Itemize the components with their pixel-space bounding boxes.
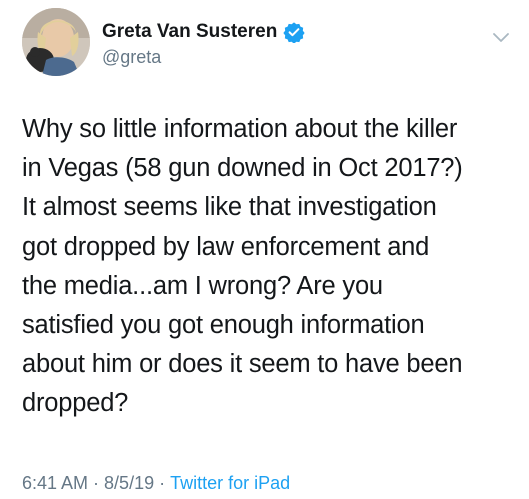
tweet-text-line: in Vegas (58 gun downed in Oct 2017?) [22,154,463,183]
author-handle[interactable]: @greta [102,47,305,68]
meta-separator: · [159,473,166,493]
verified-badge-icon [283,21,305,44]
tweet-text-line: Why so little information about the kill… [22,115,458,143]
tweet-text-line: It almost seems like that investigation [22,193,437,222]
tweet-source-link[interactable]: Twitter for iPad [170,473,290,493]
display-name[interactable]: Greta Van Susteren [102,21,277,43]
tweet-card: Greta Van Susteren @greta Why so little … [0,0,529,499]
avatar-image [22,8,90,76]
chevron-down-icon[interactable] [490,26,512,48]
tweet-text-line: dropped? [22,389,129,418]
author-names: Greta Van Susteren @greta [102,19,305,68]
avatar[interactable] [22,8,90,76]
meta-separator: · [93,473,100,493]
tweet-text: Why so little information about the kill… [22,110,512,424]
tweet-text-line: the media...am I wrong? Are you [22,271,383,300]
tweet-text-line: satisfied you got enough information [22,311,425,340]
tweet-header: Greta Van Susteren @greta [22,8,512,78]
tweet-meta: 6:41 AM · 8/5/19 · Twitter for iPad [22,473,290,494]
display-name-row: Greta Van Susteren [102,19,305,45]
tweet-text-line: about him or does it seem to have been [22,350,463,379]
tweet-text-line: got dropped by law enforcement and [22,232,430,261]
tweet-time[interactable]: 6:41 AM [22,473,88,493]
tweet-date[interactable]: 8/5/19 [104,473,154,493]
